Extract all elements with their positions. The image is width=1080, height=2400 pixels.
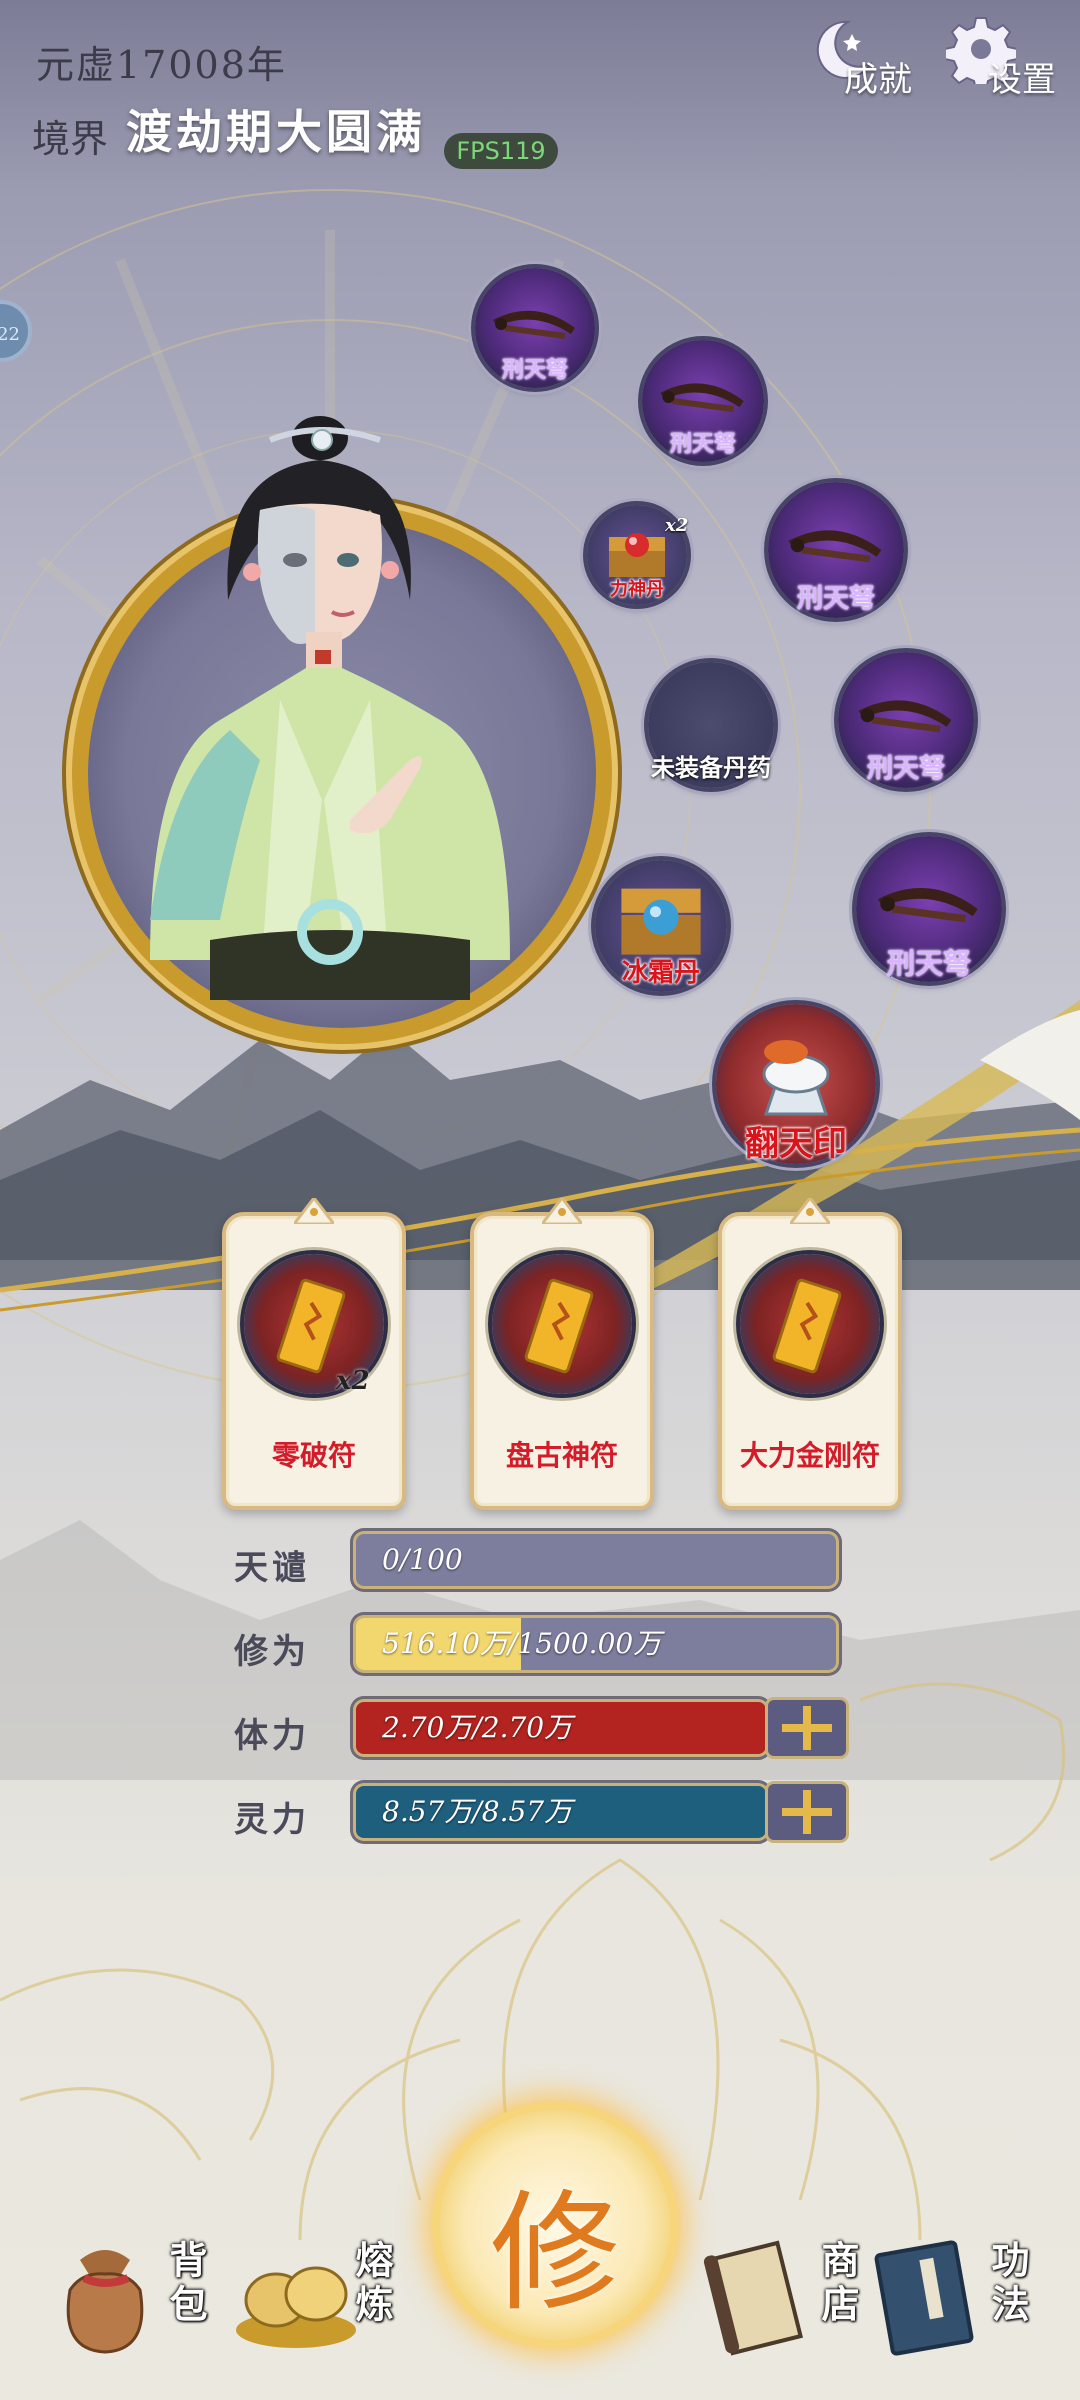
equip-slot-4[interactable]: 刑天弩	[838, 652, 974, 788]
add-spirit-button[interactable]	[768, 1784, 846, 1840]
spirit-value: 8.57万/8.57万	[382, 1795, 573, 1828]
talisman-icon	[740, 1254, 880, 1394]
side-tab-button[interactable]: 22	[0, 300, 32, 362]
equip-slot-pill-1[interactable]: x2 力神丹	[587, 505, 689, 605]
heaven-tribulation-bar: 0/100	[356, 1534, 836, 1586]
nav-shop-label: 商店	[815, 2240, 860, 2328]
realm-name: 渡劫期大圆满	[126, 105, 426, 159]
equip-slot-3-label: 刑天弩	[796, 584, 875, 614]
talisman-1-name: 零破符	[271, 1439, 356, 1472]
bag-icon	[66, 2250, 144, 2354]
book-icon	[874, 2240, 974, 2356]
equip-slot-2[interactable]: 刑天弩	[642, 340, 764, 462]
equip-slot-pill-1-count: x2	[665, 515, 689, 536]
equip-slot-3[interactable]: 刑天弩	[768, 482, 904, 618]
equip-slot-empty-pill[interactable]: 未装备丹药	[648, 662, 774, 788]
achievements-button[interactable]: 成就	[808, 14, 928, 100]
empty-pill-label: 未装备丹药	[651, 753, 771, 782]
card-ornament-icon	[790, 1198, 830, 1224]
equip-slot-pill-2-label: 冰霜丹	[621, 958, 700, 988]
equip-slot-5[interactable]: 刑天弩	[856, 836, 1002, 982]
realm-label: 境界	[32, 117, 109, 161]
nav-refine-button[interactable]: 熔炼	[226, 2220, 406, 2370]
cultivate-label: 修	[489, 2177, 620, 2329]
equip-slot-5-label: 刑天弩	[886, 947, 971, 980]
card-ornament-icon	[294, 1198, 334, 1224]
equip-slot-6-label: 翻天印	[745, 1124, 847, 1164]
stamina-label: 体力	[234, 1716, 310, 1756]
card-ornament-icon	[542, 1198, 582, 1224]
talisman-icon	[492, 1254, 632, 1394]
heaven-tribulation-label: 天谴	[234, 1548, 310, 1588]
equip-slot-4-label: 刑天弩	[866, 754, 945, 784]
equip-slot-1[interactable]: 刑天弩	[475, 268, 595, 388]
talisman-card-3[interactable]: 大力金刚符	[718, 1198, 902, 1510]
talisman-2-name: 盘古神符	[505, 1439, 618, 1472]
era-year-text: 元虚17008年	[36, 43, 287, 87]
talisman-1-count: x2	[336, 1366, 370, 1396]
equip-slot-pill-2[interactable]: 冰霜丹	[595, 860, 727, 992]
character-portrait	[150, 416, 510, 1000]
nav-bag-label: 背包	[163, 2240, 208, 2328]
scroll-map-icon	[703, 2240, 803, 2356]
equip-slot-pill-1-label: 力神丹	[610, 579, 664, 600]
stamina-value: 2.70万/2.70万	[382, 1711, 573, 1744]
talisman-card-2[interactable]: 盘古神符	[470, 1198, 654, 1510]
equip-slot-1-label: 刑天弩	[501, 357, 568, 383]
talisman-3-name: 大力金刚符	[739, 1439, 880, 1472]
settings-label: 设置	[988, 60, 1056, 100]
spirit-label: 灵力	[234, 1800, 310, 1840]
fps-counter: FPS119	[444, 133, 558, 169]
add-stamina-button[interactable]	[768, 1700, 846, 1756]
spirit-bar: 8.57万/8.57万	[356, 1786, 766, 1838]
cultivation-bar: 516.10万/1500.00万	[356, 1618, 836, 1670]
cultivate-button[interactable]: 修	[440, 2110, 670, 2340]
cultivation-label: 修为	[234, 1632, 310, 1672]
heaven-tribulation-value: 0/100	[382, 1543, 463, 1576]
achievements-label: 成就	[844, 60, 912, 100]
nav-shop-button[interactable]: 商店	[700, 2220, 870, 2370]
nav-skills-button[interactable]: 功法	[862, 2220, 1062, 2370]
nav-refine-label: 熔炼	[349, 2240, 394, 2328]
talisman-card-1[interactable]: x2 零破符	[222, 1198, 406, 1510]
settings-button[interactable]: 设置	[946, 14, 1066, 100]
equip-slot-2-label: 刑天弩	[669, 431, 736, 457]
nav-bag-button[interactable]: 背包	[40, 2220, 220, 2370]
cultivation-value: 516.10万/1500.00万	[382, 1627, 662, 1660]
nav-skills-label: 功法	[985, 2240, 1030, 2328]
stamina-bar: 2.70万/2.70万	[356, 1702, 766, 1754]
equip-slot-6[interactable]: 翻天印	[716, 1004, 876, 1164]
